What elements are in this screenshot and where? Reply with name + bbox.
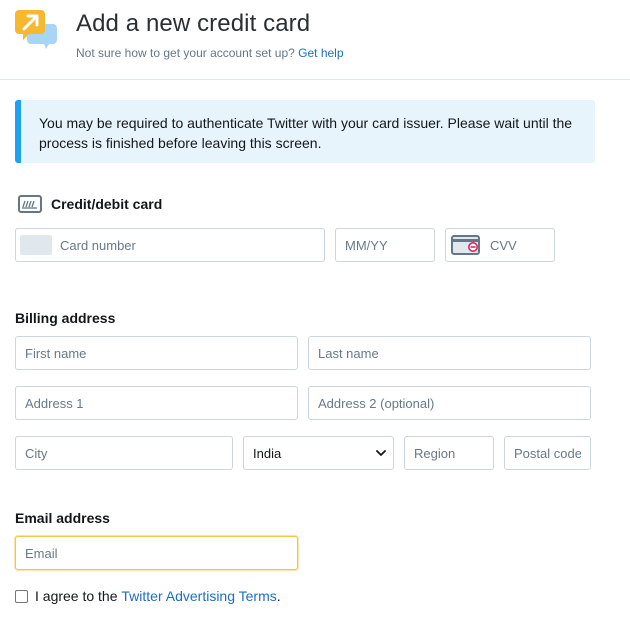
card-number-input[interactable] (15, 228, 325, 262)
address1-input[interactable] (15, 386, 298, 420)
terms-checkbox[interactable] (15, 589, 28, 603)
card-brand-icon (20, 235, 52, 255)
country-select-value: India (253, 446, 282, 461)
help-line: Not sure how to get your account set up?… (76, 46, 344, 60)
page-title: Add a new credit card (76, 10, 311, 37)
terms-text: I agree to the (35, 588, 118, 604)
chevron-down-icon (376, 450, 386, 456)
authentication-notice: You may be required to authenticate Twit… (15, 100, 595, 163)
city-input[interactable] (15, 436, 233, 470)
page-header: Add a new credit card Not sure how to ge… (0, 0, 630, 80)
advertising-terms-link[interactable]: Twitter Advertising Terms (121, 588, 276, 604)
country-select[interactable]: India (243, 436, 394, 470)
get-help-link[interactable]: Get help (298, 46, 343, 60)
twitter-ads-icon (15, 10, 57, 49)
postal-code-input[interactable] (504, 436, 591, 470)
first-name-input[interactable] (15, 336, 298, 370)
cvv-card-icon (451, 235, 480, 255)
card-section-heading: Credit/debit card (51, 196, 163, 212)
billing-section-heading: Billing address (15, 310, 116, 326)
credit-card-icon (18, 195, 42, 213)
terms-period: . (276, 588, 281, 604)
expiry-input[interactable] (335, 228, 435, 262)
region-input[interactable] (404, 436, 494, 470)
notice-text: You may be required to authenticate Twit… (39, 115, 573, 151)
email-input[interactable] (15, 536, 298, 570)
help-text: Not sure how to get your account set up? (76, 46, 295, 60)
address2-input[interactable] (308, 386, 591, 420)
last-name-input[interactable] (308, 336, 591, 370)
terms-agreement: I agree to the Twitter Advertising Terms… (15, 588, 281, 604)
email-section-heading: Email address (15, 510, 110, 526)
